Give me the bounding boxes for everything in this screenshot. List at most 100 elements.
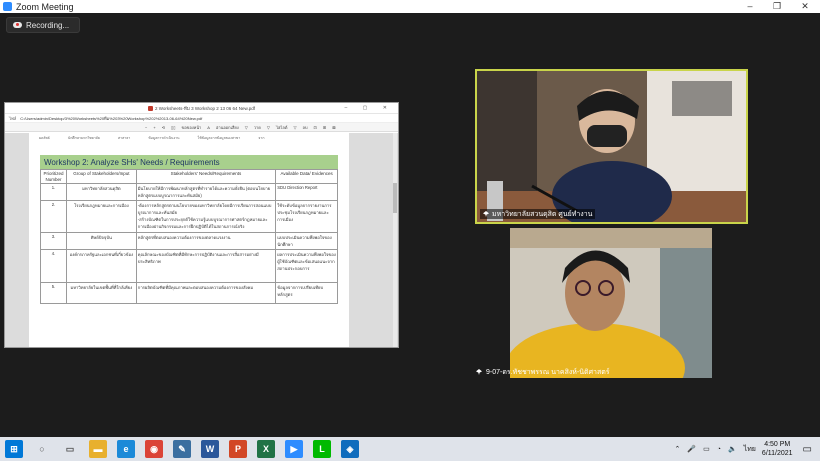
stakeholder-table: Prioritized Number Group of Stakeholders…	[40, 169, 338, 304]
fragment-cell: นักศึกษามหาวิทยาลัย	[67, 136, 100, 140]
pdf-tool-button[interactable]: ▽	[245, 125, 248, 130]
table-cell: แบบประเมินความพึงพอใจของนักศึกษา	[275, 232, 338, 250]
shared-screen[interactable]: 2 Worksheets-ทีม 3 Workshop 2 13 06 64 N…	[4, 102, 399, 348]
pdf-tool-button[interactable]: อ่านออกเสียง	[216, 124, 239, 131]
pdf-tool-button[interactable]: ลบ	[303, 124, 308, 131]
minimize-button[interactable]: –	[735, 0, 765, 13]
pdf-tool-button[interactable]: A	[207, 125, 210, 130]
participant-nameplate: 9-07-ดร.ทัชชาพรรณ นาคสิงห์-นิติศาสตร์	[476, 366, 610, 378]
table-cell: การผลิตบัณฑิตที่มีคุณภาพและตอบสนองความต้…	[135, 282, 277, 304]
pdf-toolbar[interactable]: − + ⟲ ▯▯ ขอของหน้า A อ่านออกเสียง ▽ วาด ▽ ไฮไลต์ ▽ ล…	[5, 123, 398, 132]
participant-name: มหาวิทยาลัยสวนดุสิต ศูนย์ทำงาน	[492, 210, 593, 218]
address-bar[interactable]: ไฟล์ C:/Users/admin/Desktop/3%20Workshee…	[5, 114, 398, 123]
edge-icon[interactable]: e	[117, 440, 135, 458]
table-cell: ข้อมูลจากการเปรียบเทียบหลักสูตร	[275, 282, 338, 304]
table-cell: มหาวิทยาลัยในเขตพื้นที่ที่ใกล้เคียง	[65, 282, 137, 304]
clock-time: 4:50 PM	[764, 441, 791, 448]
task-view-icon[interactable]: ▭	[61, 440, 79, 458]
table-row: 3. ศิษย์ปัจจุบัน หลักสูตรที่ตอบสนองความต้อ…	[40, 232, 338, 250]
excel-icon[interactable]: X	[257, 440, 275, 458]
video-tile-active-speaker[interactable]: มหาวิทยาลัยสวนดุสิต ศูนย์ทำงาน	[475, 69, 748, 224]
recording-indicator[interactable]: Recording...	[6, 17, 80, 33]
pdf-window-controls[interactable]: – ▢ ✕	[345, 105, 394, 111]
chevron-up-icon[interactable]: ⌃	[675, 445, 681, 453]
word-icon[interactable]: W	[201, 440, 219, 458]
wifi-icon[interactable]: ◔	[717, 446, 721, 453]
pdf-tool-button[interactable]: ▯▯	[171, 125, 175, 130]
fragment-cell: สาสาธา	[118, 136, 131, 140]
table-cell: ใช้ระดับข้อมูลจากรายงานการประชุมโรงเรียน…	[275, 200, 338, 233]
table-row: 4. องค์กรภาครัฐและเอกชนที่เกี่ยวข้อง คุณลั…	[40, 249, 338, 283]
table-header: Prioritized Number	[40, 169, 67, 184]
battery-icon[interactable]: ▭	[703, 445, 710, 453]
zoom-icon	[3, 2, 12, 11]
previous-table-fragment: ผลลัพธ์ นักศึกษามหาวิทยาลัย สาสาธา ข้อมูลกา…	[39, 135, 339, 143]
search-icon[interactable]: ○	[33, 440, 51, 458]
powerpoint-icon[interactable]: P	[229, 440, 247, 458]
table-cell: 1.	[40, 183, 67, 201]
table-cell: 5.	[40, 282, 67, 304]
table-cell: หลักสูตรที่ตอบสนองความต้องการของตลาดแรงง…	[135, 232, 277, 250]
start-icon[interactable]: ⊞	[5, 440, 23, 458]
table-row: 5. มหาวิทยาลัยในเขตพื้นที่ที่ใกล้เคียง การ…	[40, 282, 338, 304]
pdf-scrollbar[interactable]	[393, 133, 397, 347]
table-cell: องค์กรภาครัฐและเอกชนที่เกี่ยวข้อง	[65, 249, 137, 283]
maximize-button[interactable]: ❐	[762, 0, 792, 13]
pdf-tool-button[interactable]: ⟲	[162, 125, 165, 130]
pdf-tool-button[interactable]: +	[153, 125, 155, 130]
table-cell: SDU Direction Report	[275, 183, 338, 201]
table-cell: คุณลักษณะของบัณฑิตที่มีทักษะการปฏิบัติงา…	[135, 249, 277, 283]
participant-video	[477, 71, 746, 222]
pdf-tool-button[interactable]: ▽	[293, 125, 296, 130]
participant-video	[510, 228, 712, 378]
notification-icon[interactable]: ▭	[803, 444, 812, 455]
language-indicator[interactable]: ไทย	[744, 444, 756, 455]
video-tile-participant[interactable]	[510, 228, 712, 378]
table-cell: ผลการประเมินความพึงพอใจของผู้ใช้บัณฑิตแล…	[275, 249, 338, 283]
file-explorer-icon[interactable]: ▬	[89, 440, 107, 458]
fragment-cell: ข้อมูลการดำเนินงาน	[148, 136, 180, 140]
pdf-window-titlebar: 2 Worksheets-ทีม 3 Workshop 2 13 06 64 N…	[5, 103, 398, 114]
table-cell: มีนโยบายให้มีการพัฒนาหลักสูตรที่ทำรายได้…	[135, 183, 277, 201]
close-button[interactable]: ✕	[790, 0, 820, 13]
fragment-cell: ผลลัพธ์	[39, 136, 50, 140]
table-header-row: Prioritized Number Group of Stakeholders…	[40, 169, 338, 184]
address-url: C:/Users/admin/Desktop/3%20Worksheets%20…	[20, 115, 203, 121]
pdf-tool-button[interactable]: ⊠	[332, 125, 335, 130]
pdf-document-area[interactable]: ผลลัพธ์ นักศึกษามหาวิทยาลัย สาสาธา ข้อมูลกา…	[5, 133, 398, 347]
pdf-scroll-thumb[interactable]	[393, 183, 397, 213]
pin-icon	[483, 211, 489, 217]
pdf-tool-button[interactable]: ▽	[267, 125, 270, 130]
pdf-tool-button[interactable]: ขอของหน้า	[181, 124, 201, 131]
window-titlebar: Zoom Meeting – ❐ ✕	[0, 0, 820, 13]
fragment-cell: จาก	[258, 136, 265, 140]
table-header: Available Data/ Evidences	[275, 169, 338, 184]
table-row: 2. โรงเรียนกฎหมายและการเมือง -ต้องการหลักส…	[40, 200, 338, 233]
volume-icon[interactable]: 🔈	[728, 445, 737, 453]
fragment-cell: ใช้ข้อมูลจากข้อมูลของสาขา	[197, 136, 241, 140]
pdf-tool-button[interactable]: ⊞	[323, 125, 326, 130]
chrome-icon[interactable]: ◉	[145, 440, 163, 458]
line-icon[interactable]: L	[313, 440, 331, 458]
recording-label: Recording...	[26, 20, 70, 30]
clock-date: 6/11/2021	[761, 450, 793, 457]
taskbar-apps: ⊞ ○ ▭ ▬ e ◉ ✎ W P X ▶ L ◈	[0, 440, 364, 458]
table-header: Group of Stakeholders/Input	[65, 169, 137, 184]
pdf-tool-button[interactable]: ⊡	[314, 125, 317, 130]
microphone-icon[interactable]: 🎤	[687, 445, 696, 453]
windows-taskbar: ⊞ ○ ▭ ▬ e ◉ ✎ W P X ▶ L ◈ ⌃ 🎤 ▭ ◔ 🔈 ไทย 4:50 PM 6/11…	[0, 437, 820, 461]
participant-nameplate: มหาวิทยาลัยสวนดุสิต ศูนย์ทำงาน	[480, 209, 596, 219]
address-prefix: ไฟล์	[9, 115, 17, 121]
photos-icon[interactable]: ◈	[341, 440, 359, 458]
table-cell: ศิษย์ปัจจุบัน	[65, 232, 137, 250]
zoom-icon[interactable]: ▶	[285, 440, 303, 458]
pdf-tool-button[interactable]: ไฮไลต์	[276, 124, 288, 131]
pdf-file-title: 2 Worksheets-ทีม 3 Workshop 2 13 06 64 N…	[154, 105, 256, 111]
pdf-tool-button[interactable]: วาด	[254, 124, 261, 131]
table-header: Stakeholders' Needs/Requirements	[135, 169, 277, 184]
clock[interactable]: 4:50 PM 6/11/2021	[762, 440, 793, 458]
table-cell: -ต้องการหลักสูตรตามนโยบายของมหาวิทยาลัยโ…	[135, 200, 277, 233]
cloud-record-icon	[13, 22, 22, 28]
pdf-tool-button[interactable]: −	[145, 125, 147, 130]
pen-icon[interactable]: ✎	[173, 440, 191, 458]
